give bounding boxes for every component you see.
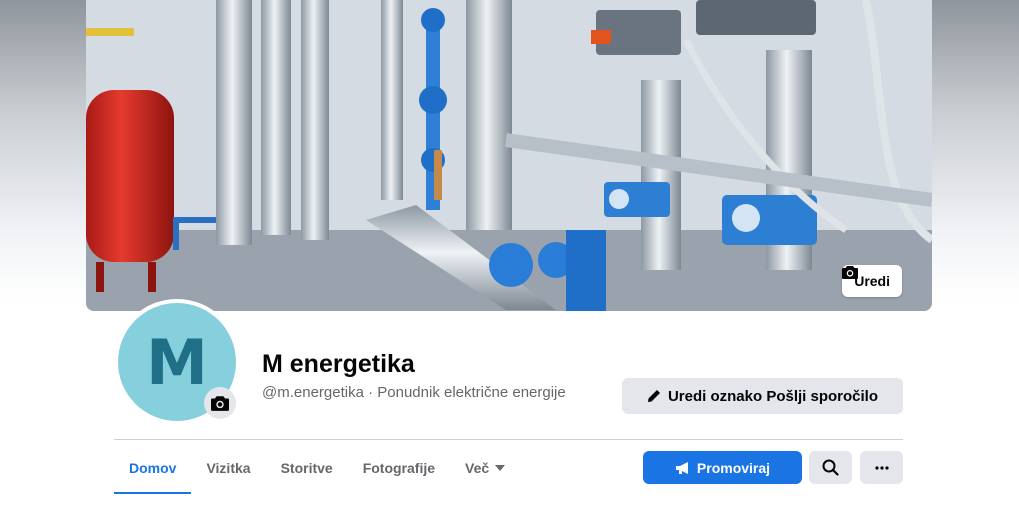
tab-fotografije[interactable]: Fotografije [348,442,450,493]
more-button[interactable] [860,451,903,484]
tab-vizitka[interactable]: Vizitka [191,442,265,493]
page-tabs: Domov Vizitka Storitve Fotografije Več [114,442,520,494]
profile-avatar[interactable]: M [114,299,240,425]
promote-label: Promoviraj [696,459,771,476]
edit-action-button[interactable]: Uredi oznako Pošlji sporočilo [622,378,903,414]
tab-storitve[interactable]: Storitve [266,442,348,493]
tab-vec[interactable]: Več [450,442,520,493]
boiler-room-illustration [86,0,932,311]
tab-label: Več [465,459,490,476]
caret-down-icon [495,464,506,471]
more-icon [874,465,889,470]
tab-domov[interactable]: Domov [114,442,192,494]
cover-photo: Uredi [86,0,932,311]
tab-label: Domov [129,459,177,476]
search-button[interactable] [809,451,852,484]
avatar-letter: M [146,325,208,399]
camera-icon [211,396,229,411]
divider [114,439,903,440]
change-avatar-button[interactable] [204,387,236,419]
page-subtitle: @m.energetika · Ponudnik električne ener… [262,384,566,401]
tab-label: Vizitka [206,459,251,476]
page-title: M energetika [262,350,415,378]
promote-button[interactable]: Promoviraj [643,451,802,484]
tab-label: Fotografije [362,459,436,476]
megaphone-icon [675,461,688,474]
edit-cover-label: Uredi [854,273,890,289]
edit-cover-button[interactable]: Uredi [842,265,902,297]
search-icon [822,459,839,476]
camera-icon [842,266,859,279]
edit-action-label: Uredi oznako Pošlji sporočilo [667,387,879,405]
pencil-icon [647,390,660,402]
tab-label: Storitve [280,459,333,476]
